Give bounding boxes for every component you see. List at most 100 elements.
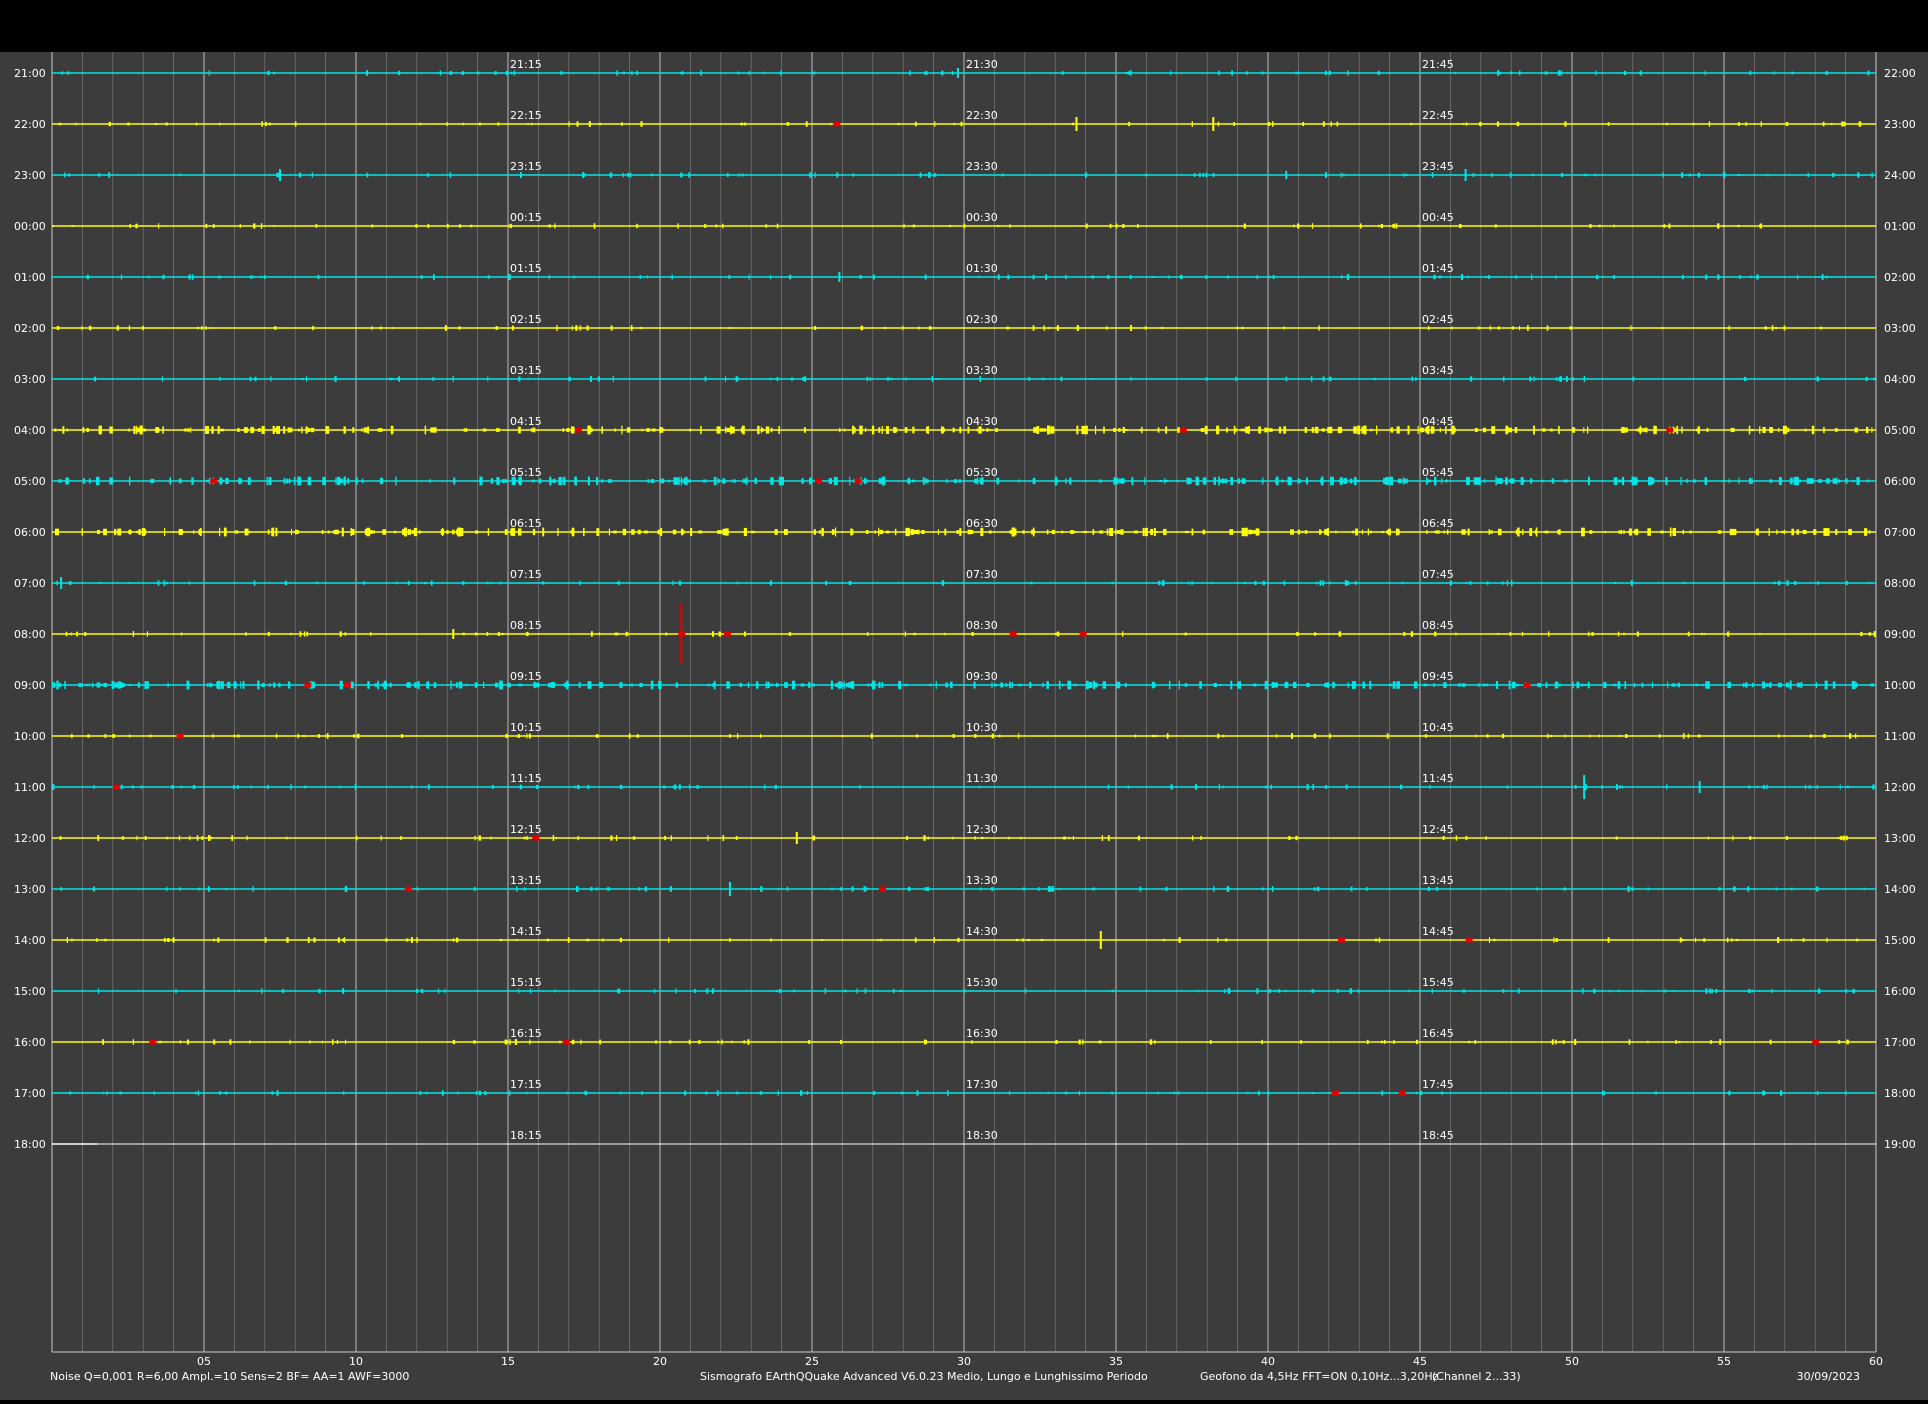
trace-noise-burst	[486, 632, 489, 636]
trace-noise-burst	[1786, 580, 1789, 586]
trace-noise-burst	[1707, 836, 1709, 840]
trace-noise-burst	[619, 937, 622, 943]
trace-noise-burst	[191, 274, 194, 280]
trace-noise-burst	[1672, 527, 1676, 537]
trace-noise-burst	[1191, 528, 1194, 536]
trace-noise-burst	[1253, 530, 1257, 534]
trace-noise-burst	[227, 681, 231, 689]
quarter-label-30: 06:30	[966, 517, 998, 530]
trace-noise-burst	[1768, 528, 1770, 536]
trace-noise-burst	[97, 529, 100, 535]
trace-noise-burst	[1040, 938, 1044, 942]
row-label-left: 02:00	[14, 322, 46, 335]
trace-noise-burst	[1825, 275, 1828, 279]
trace-noise-burst	[760, 426, 762, 434]
trace-noise-burst	[625, 631, 628, 637]
trace-noise-burst	[333, 530, 336, 534]
trace-noise-burst	[1363, 683, 1366, 687]
trace-noise-burst	[577, 835, 579, 841]
trace-noise-burst	[1748, 989, 1751, 993]
trace-noise-burst	[1411, 376, 1414, 382]
trace-noise-burst	[1427, 479, 1431, 483]
trace-noise-burst	[675, 988, 677, 994]
trace-noise-burst	[974, 836, 976, 840]
trace-noise-burst	[1765, 683, 1769, 687]
trace-noise-burst	[821, 938, 824, 942]
trace-noise-burst	[583, 527, 585, 537]
trace-noise-burst	[367, 681, 370, 689]
trace-noise-burst	[458, 224, 461, 228]
trace-noise-burst	[658, 680, 662, 690]
trace-noise-burst	[327, 530, 330, 534]
trace-noise-burst	[351, 528, 355, 536]
trace-noise-burst	[933, 937, 936, 943]
trace-noise-burst	[1697, 172, 1701, 178]
trace-noise-burst	[166, 886, 168, 892]
trace-noise-burst	[1219, 683, 1222, 687]
trace-noise-burst	[451, 529, 454, 535]
trace-noise-burst	[223, 527, 227, 537]
trace-noise-burst	[237, 734, 240, 738]
trace-noise-burst	[1682, 274, 1684, 280]
trace-noise-burst	[1020, 836, 1022, 840]
trace-noise-burst	[770, 427, 773, 433]
trace-noise-burst	[1213, 682, 1217, 688]
quarter-label-45: 06:45	[1422, 517, 1454, 530]
trace-noise-burst	[1278, 426, 1282, 434]
trace-noise-burst	[335, 477, 337, 485]
trace-noise-burst	[1638, 427, 1643, 433]
trace-noise-burst	[765, 224, 768, 228]
row-label-right: 10:00	[1884, 679, 1916, 692]
trace-noise-burst	[496, 477, 500, 485]
trace-noise-burst	[180, 785, 183, 789]
trace-noise-burst	[1508, 427, 1513, 433]
trace-noise-burst	[1389, 428, 1392, 432]
trace-noise-burst	[1818, 988, 1821, 994]
trace-noise-burst	[1388, 528, 1391, 536]
trace-noise-burst	[1145, 173, 1147, 177]
helicorder-chart: 05 10 15 20 25 30 35 40 45 50 55 6021:00 22:0021:15 2…	[14, 52, 1916, 1383]
quarter-label-15: 14:15	[510, 925, 542, 938]
trace-noise-burst	[688, 1039, 691, 1045]
trace-noise-burst	[1775, 326, 1777, 330]
trace-noise-burst	[1660, 530, 1664, 534]
trace-noise-burst	[1127, 71, 1131, 75]
row-label-left: 06:00	[14, 526, 46, 539]
trace-noise-burst	[1107, 275, 1110, 279]
event-marker	[343, 682, 351, 688]
trace-noise-burst	[630, 172, 632, 178]
trace-noise-burst	[191, 477, 194, 485]
trace-noise-burst	[1816, 784, 1818, 790]
trace-noise-burst	[1462, 122, 1465, 126]
trace-noise-burst	[1737, 173, 1741, 177]
trace-noise-burst	[1068, 836, 1070, 840]
trace-noise-burst	[1804, 784, 1806, 790]
trace-noise-burst	[128, 428, 130, 432]
event-marker	[112, 784, 120, 790]
trace-noise-burst	[1457, 683, 1462, 687]
trace-noise-burst	[250, 275, 253, 279]
event-marker	[878, 886, 886, 892]
trace-noise-burst	[1118, 478, 1123, 484]
trace-noise-burst	[630, 71, 633, 75]
trace-noise-burst	[905, 527, 910, 537]
trace-noise-burst	[1023, 887, 1025, 891]
trace-noise-burst	[1099, 479, 1102, 483]
trace-noise-burst	[1216, 425, 1220, 435]
trace-noise-burst	[587, 476, 589, 486]
quarter-label-45: 05:45	[1422, 466, 1454, 479]
trace-noise-burst	[1615, 784, 1618, 790]
trace-noise-burst	[406, 938, 409, 942]
trace-noise-burst	[421, 988, 424, 994]
trace-noise-burst	[1056, 631, 1060, 637]
trace-noise-burst	[963, 223, 966, 229]
trace-noise-burst	[487, 528, 490, 536]
trace-noise-burst	[1633, 682, 1636, 688]
trace-noise-burst	[1505, 477, 1508, 485]
trace-noise-burst	[644, 530, 648, 534]
trace-noise-burst	[1311, 223, 1314, 229]
trace-noise-burst	[1784, 529, 1786, 535]
trace-noise-burst	[389, 377, 392, 381]
trace-noise-burst	[60, 887, 63, 891]
trace-noise-burst	[1111, 989, 1114, 993]
